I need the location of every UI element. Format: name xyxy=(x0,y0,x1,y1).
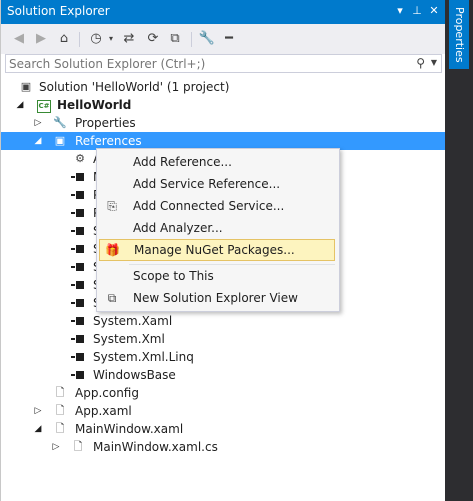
properties-wrench-icon[interactable]: 🔧 xyxy=(198,30,216,48)
solution-icon: ▣ xyxy=(20,80,32,93)
title-bar: Solution Explorer ▾ ⊥ ✕ xyxy=(1,0,446,24)
tree-item-label: Properties xyxy=(75,116,136,130)
tree-item-reference[interactable]: System.Xml.Linq xyxy=(1,348,446,366)
tree-item-mainwindow-xaml[interactable]: ◢ 🗋 MainWindow.xaml xyxy=(1,420,446,438)
menu-item-label: Add Connected Service... xyxy=(133,199,285,213)
properties-tab-label[interactable]: Properties xyxy=(449,2,469,68)
tree-item-label: App.xaml xyxy=(75,404,132,418)
nuget-package-icon: 🎁 xyxy=(105,243,120,257)
solution-explorer-panel: Solution Explorer ▾ ⊥ ✕ ◀ ▶ ⌂ ◷ ▾ ⇄ ⟳ ⧉ … xyxy=(0,0,446,501)
search-input[interactable] xyxy=(9,56,404,71)
references-icon: ▣ xyxy=(54,134,66,147)
tree-item-reference[interactable]: System.Xaml xyxy=(1,312,446,330)
tree-item-reference[interactable]: WindowsBase xyxy=(1,366,446,384)
assembly-reference-icon xyxy=(71,170,87,184)
xaml-file-icon: 🗋 xyxy=(55,422,65,435)
menu-item-scope-to-this[interactable]: Scope to This xyxy=(99,265,335,287)
menu-item-new-solution-explorer-view[interactable]: ⧉ New Solution Explorer View xyxy=(99,287,335,309)
expanded-arrow-icon[interactable]: ◢ xyxy=(15,96,25,114)
collapsed-arrow-icon[interactable]: ▷ xyxy=(33,402,43,420)
menu-item-label: Add Analyzer... xyxy=(133,221,223,235)
menu-item-label: Scope to This xyxy=(133,269,214,283)
search-icon[interactable]: ⚲ xyxy=(416,56,425,70)
panel-title: Solution Explorer xyxy=(7,4,110,18)
properties-side-tab[interactable]: Properties xyxy=(445,0,473,501)
toolbar-separator xyxy=(79,32,80,47)
expanded-arrow-icon[interactable]: ◢ xyxy=(33,420,43,438)
csharp-file-icon: 🗋 xyxy=(73,440,83,453)
tree-item-solution[interactable]: ▣ Solution 'HelloWorld' (1 project) xyxy=(1,78,446,96)
tree-item-label: MainWindow.xaml xyxy=(75,422,184,436)
assembly-reference-icon xyxy=(71,224,87,238)
tree-item-label: WindowsBase xyxy=(93,368,176,382)
expanded-arrow-icon[interactable]: ◢ xyxy=(33,132,43,150)
filter-dropdown-icon[interactable]: ▾ xyxy=(102,30,120,48)
tree-item-label: HelloWorld xyxy=(57,98,132,112)
assembly-reference-icon xyxy=(71,350,87,364)
tree-item-label: System.Xml xyxy=(93,332,165,346)
search-box[interactable]: ⚲ ▼ xyxy=(5,54,442,73)
collapsed-arrow-icon[interactable]: ▷ xyxy=(51,438,61,456)
tree-item-properties[interactable]: ▷ 🔧 Properties xyxy=(1,114,446,132)
forward-icon[interactable]: ▶ xyxy=(32,30,50,48)
assembly-reference-icon xyxy=(71,242,87,256)
assembly-reference-icon xyxy=(71,278,87,292)
toolbar: ◀ ▶ ⌂ ◷ ▾ ⇄ ⟳ ⧉ 🔧 ━ xyxy=(1,24,446,54)
analyzers-icon: ⚙ xyxy=(75,152,85,165)
csharp-project-icon: C# xyxy=(37,98,51,113)
tree-item-label: App.config xyxy=(75,386,139,400)
tree-item-label: System.Xaml xyxy=(93,314,173,328)
toolbar-separator xyxy=(191,32,192,47)
tree-item-label: Solution 'HelloWorld' (1 project) xyxy=(39,80,230,94)
home-icon[interactable]: ⌂ xyxy=(55,30,73,48)
menu-item-manage-nuget-packages[interactable]: 🎁 Manage NuGet Packages... xyxy=(99,239,335,261)
menu-item-add-connected-service[interactable]: ⎘ Add Connected Service... xyxy=(99,195,335,217)
assembly-reference-icon xyxy=(71,206,87,220)
collapse-all-icon[interactable]: ⧉ xyxy=(166,30,184,48)
refresh-icon[interactable]: ⟳ xyxy=(144,30,162,48)
close-icon[interactable]: ✕ xyxy=(427,4,441,18)
assembly-reference-icon xyxy=(71,368,87,382)
tree-item-app-xaml[interactable]: ▷ 🗋 App.xaml xyxy=(1,402,446,420)
menu-item-add-reference[interactable]: Add Reference... xyxy=(99,151,335,173)
assembly-reference-icon xyxy=(71,260,87,274)
tree-item-label: MainWindow.xaml.cs xyxy=(93,440,218,454)
tree-item-mainwindow-cs[interactable]: ▷ 🗋 MainWindow.xaml.cs xyxy=(1,438,446,456)
add-connected-service-icon: ⎘ xyxy=(107,199,117,213)
config-file-icon: 🗋 xyxy=(55,386,65,399)
xaml-file-icon: 🗋 xyxy=(55,404,65,417)
back-icon[interactable]: ◀ xyxy=(10,30,28,48)
references-context-menu: Add Reference... Add Service Reference..… xyxy=(96,148,340,312)
preview-selected-items-icon[interactable]: ━ xyxy=(220,30,238,48)
menu-item-label: Add Service Reference... xyxy=(133,177,281,191)
menu-item-add-service-reference[interactable]: Add Service Reference... xyxy=(99,173,335,195)
tree-item-reference[interactable]: System.Xml xyxy=(1,330,446,348)
new-view-icon: ⧉ xyxy=(107,291,117,305)
search-options-dropdown-icon[interactable]: ▼ xyxy=(431,58,437,67)
window-position-dropdown-icon[interactable]: ▾ xyxy=(393,4,407,18)
project-badge: C# xyxy=(37,100,51,113)
assembly-reference-icon xyxy=(71,332,87,346)
assembly-reference-icon xyxy=(71,188,87,202)
menu-item-label: Add Reference... xyxy=(133,155,232,169)
assembly-reference-icon xyxy=(71,314,87,328)
tree-item-app-config[interactable]: 🗋 App.config xyxy=(1,384,446,402)
collapsed-arrow-icon[interactable]: ▷ xyxy=(33,114,43,132)
menu-item-add-analyzer[interactable]: Add Analyzer... xyxy=(99,217,335,239)
menu-item-label: Manage NuGet Packages... xyxy=(134,243,295,257)
pin-icon[interactable]: ⊥ xyxy=(410,4,424,18)
wrench-icon: 🔧 xyxy=(53,116,67,129)
menu-item-label: New Solution Explorer View xyxy=(133,291,298,305)
sync-with-active-document-icon[interactable]: ⇄ xyxy=(120,30,138,48)
tree-item-label: System.Xml.Linq xyxy=(93,350,194,364)
assembly-reference-icon xyxy=(71,296,87,310)
tree-item-project[interactable]: ◢ C# HelloWorld xyxy=(1,96,446,114)
